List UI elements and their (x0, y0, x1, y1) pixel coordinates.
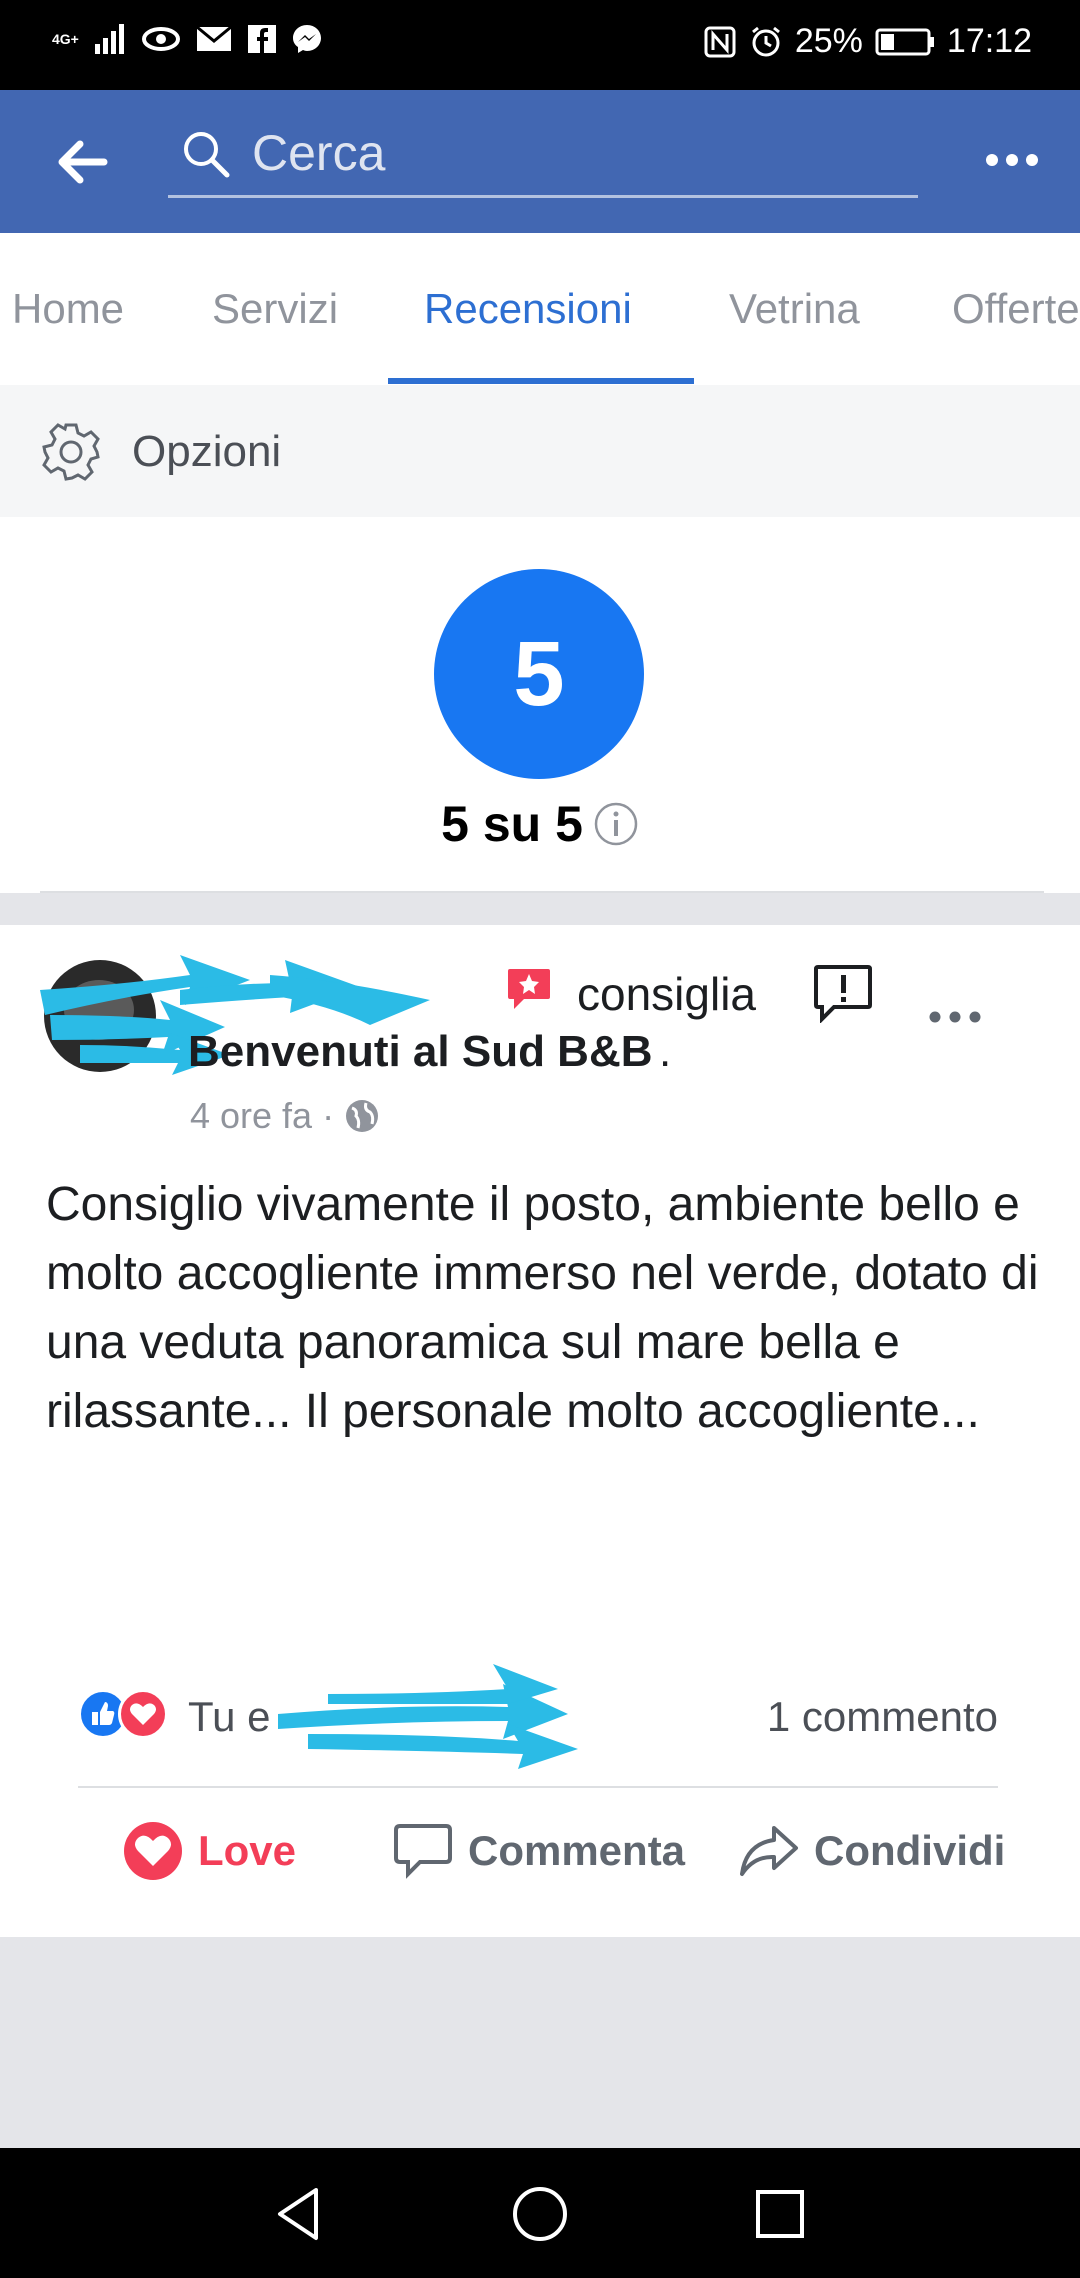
messenger-icon (292, 25, 321, 53)
love-reaction-icon (118, 1689, 168, 1739)
tab-offerte[interactable]: Offerte (952, 285, 1080, 333)
love-label: Love (198, 1827, 297, 1874)
post-actions: Love Commenta Condividi (0, 1820, 1080, 1900)
mail-icon (195, 25, 232, 51)
recommendation-icon (508, 969, 550, 1009)
options-row[interactable]: Opzioni (0, 385, 1080, 517)
report-icon[interactable] (812, 963, 874, 1023)
info-icon[interactable] (593, 801, 639, 847)
post-timestamp[interactable]: 4 ore fa (190, 1095, 312, 1137)
status-bar: 4G+ 25% 17:12 (0, 0, 1080, 90)
tab-vetrina[interactable]: Vetrina (729, 285, 860, 333)
alarm-icon (751, 26, 780, 56)
comment-icon (394, 1824, 452, 1879)
battery-icon (875, 28, 934, 55)
globe-icon (346, 1100, 379, 1132)
divider (40, 891, 1044, 893)
clock: 17:12 (946, 22, 1032, 60)
back-arrow-icon[interactable] (52, 132, 112, 192)
network-label: 4G+ (52, 31, 79, 47)
search-icon (184, 132, 230, 178)
page-name-period: . (659, 1027, 672, 1076)
tab-servizi[interactable]: Servizi (212, 285, 338, 333)
recommends-verb: consiglia (577, 968, 756, 1020)
share-icon (740, 1826, 798, 1876)
active-tab-indicator (388, 378, 694, 384)
eye-icon (141, 27, 180, 51)
top-app-bar: Cerca (0, 90, 1080, 233)
tab-recensioni[interactable]: Recensioni (424, 285, 632, 333)
review-post: consiglia Benvenuti al Sud B&B . 4 ore f… (0, 925, 1080, 1937)
nav-back-icon[interactable] (270, 2184, 330, 2244)
search-placeholder: Cerca (252, 125, 386, 181)
tab-home[interactable]: Home (12, 285, 124, 333)
search-field[interactable]: Cerca (168, 118, 918, 198)
battery-percent: 25% (794, 22, 863, 60)
share-button[interactable]: Condividi (738, 1820, 1005, 1882)
love-button[interactable]: Love (122, 1820, 296, 1882)
options-label: Opzioni (132, 427, 282, 476)
nav-recents-icon[interactable] (750, 2184, 810, 2244)
nav-home-icon[interactable] (510, 2184, 570, 2244)
love-icon (124, 1822, 182, 1880)
rating-summary: 5 5 su 5 (0, 517, 1080, 893)
rating-text-row: 5 su 5 (0, 795, 1080, 853)
post-more-icon[interactable] (925, 1005, 985, 1029)
post-meta: 4 ore fa · (190, 1095, 380, 1137)
reactions-summary[interactable]: Tu e 1 commento (78, 1664, 998, 1769)
review-text: Consiglio vivamente il posto, ambiente b… (46, 1178, 1039, 1438)
page-name-link[interactable]: Benvenuti al Sud B&B (188, 1027, 653, 1077)
comment-button[interactable]: Commenta (392, 1820, 685, 1882)
signal-icon (94, 24, 124, 54)
comments-count[interactable]: 1 commento (767, 1693, 998, 1741)
redaction-scribble (278, 1664, 578, 1769)
gear-icon (42, 423, 100, 481)
nfc-icon (704, 26, 736, 57)
divider (78, 1786, 998, 1788)
share-label: Condividi (814, 1827, 1006, 1874)
system-nav-bar (0, 2148, 1080, 2278)
facebook-icon (247, 25, 276, 53)
meta-separator: · (322, 1095, 335, 1136)
more-options-icon[interactable] (982, 140, 1042, 180)
comment-label: Commenta (468, 1827, 686, 1874)
rating-score-badge: 5 (434, 569, 644, 779)
rating-summary-text: 5 su 5 (441, 796, 583, 852)
page-tabs: Home Servizi Recensioni Vetrina Offerte (0, 233, 1080, 385)
reactions-text: Tu e (188, 1693, 271, 1740)
